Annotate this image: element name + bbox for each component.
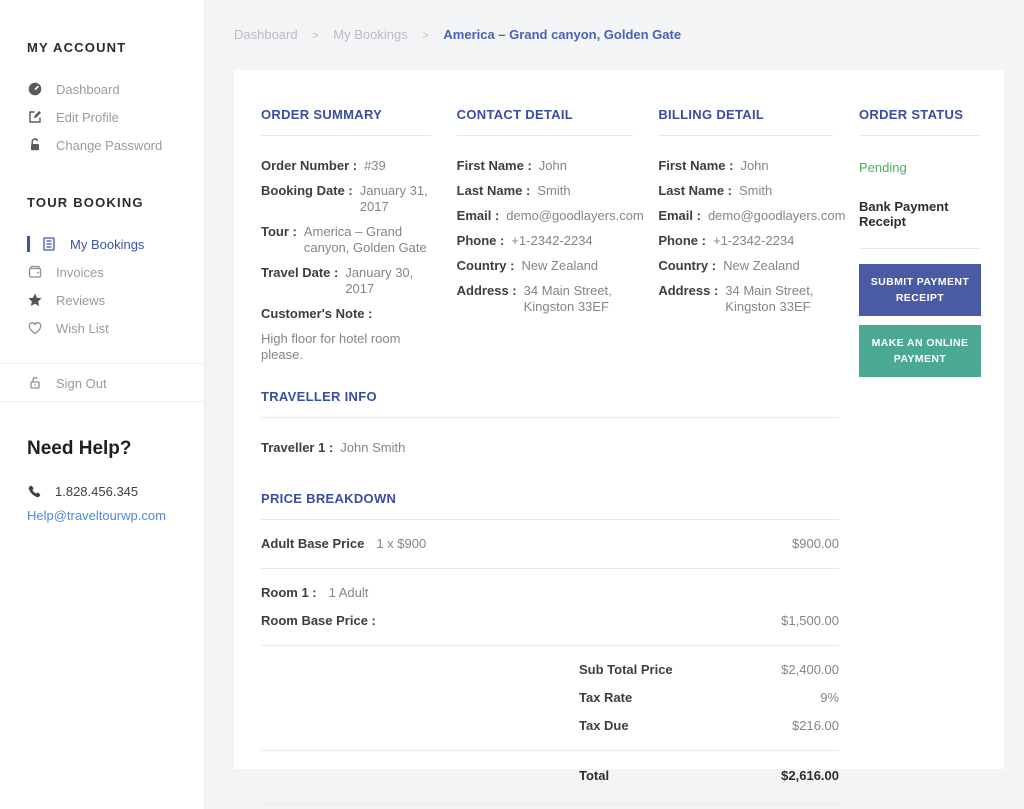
room-base-price-row: Room Base Price : $1,500.00 xyxy=(261,613,839,628)
breadcrumb-current-tour: America – Grand canyon, Golden Gate xyxy=(443,27,682,42)
billing-phone-field: Phone : +1-2342-2234 xyxy=(658,233,795,248)
billing-detail-section: BILLING DETAIL First Name : John Last Na… xyxy=(658,107,846,377)
travel-date-field: Travel Date : January 30, 2017 xyxy=(261,265,414,296)
grand-total-group: Total $2,616.00 xyxy=(261,751,839,804)
help-email-link[interactable]: Help@traveltourwp.com xyxy=(27,508,177,523)
order-status-section: ORDER STATUS Pending Bank Payment Receip… xyxy=(858,107,981,377)
sidebar-section-my-account: MY ACCOUNT xyxy=(27,40,127,55)
help-phone-row: 1.828.456.345 xyxy=(27,484,177,499)
sidebar-item-reviews[interactable]: Reviews xyxy=(0,286,204,314)
lock-icon xyxy=(27,137,43,153)
sidebar-item-label: Edit Profile xyxy=(56,109,119,125)
traveller-1-field: Traveller 1 : John Smith xyxy=(261,440,406,455)
need-help-block: Need Help? 1.828.456.345 Help@traveltour… xyxy=(0,402,204,523)
sidebar-item-edit-profile[interactable]: Edit Profile xyxy=(0,103,204,131)
billing-detail-heading: BILLING DETAIL xyxy=(658,107,834,136)
sidebar-section-tour-booking: TOUR BOOKING xyxy=(27,195,144,210)
breadcrumb-separator-icon: > xyxy=(312,30,319,42)
sidebar-item-label: Change Password xyxy=(56,137,163,153)
help-phone-number: 1.828.456.345 xyxy=(55,484,139,499)
sign-out-lock-icon xyxy=(27,375,43,391)
contact-detail-section: CONTACT DETAIL First Name : John Last Na… xyxy=(456,107,644,377)
status-badge: Pending xyxy=(858,160,907,175)
billing-last-name-field: Last Name : Smith xyxy=(658,183,773,198)
tax-due-row: Tax Due $216.00 xyxy=(579,718,839,733)
sidebar-item-label: Dashboard xyxy=(56,81,120,97)
breadcrumb: Dashboard > My Bookings > America – Gran… xyxy=(206,0,1024,42)
contact-first-name-field: First Name : John xyxy=(456,158,567,173)
total-row: Total $2,616.00 xyxy=(579,768,839,783)
contact-phone-field: Phone : +1-2342-2234 xyxy=(456,233,593,248)
billing-first-name-field: First Name : John xyxy=(658,158,769,173)
sidebar-item-sign-out[interactable]: Sign Out xyxy=(0,369,204,397)
price-breakdown-section: PRICE BREAKDOWN Adult Base Price 1 x $90… xyxy=(261,491,839,804)
tax-rate-row: Tax Rate 9% xyxy=(579,690,839,705)
contact-country-field: Country : New Zealand xyxy=(456,258,599,273)
customer-note-label: Customer's Note : xyxy=(261,306,373,321)
sidebar-item-label: My Bookings xyxy=(70,236,145,252)
heart-icon xyxy=(27,320,43,336)
adult-price-group: Adult Base Price 1 x $900 $900.00 xyxy=(261,520,839,569)
sub-total-row: Sub Total Price $2,400.00 xyxy=(579,662,839,677)
billing-country-field: Country : New Zealand xyxy=(658,258,800,273)
sidebar-item-wish-list[interactable]: Wish List xyxy=(0,314,204,342)
sidebar-item-change-password[interactable]: Change Password xyxy=(0,131,204,159)
phone-icon xyxy=(27,484,42,499)
sidebar-item-label: Reviews xyxy=(56,292,106,308)
submit-payment-receipt-button[interactable]: SUBMIT PAYMENT RECEIPT xyxy=(858,264,981,316)
sidebar-item-label: Wish List xyxy=(56,320,109,336)
booking-detail-card: ORDER SUMMARY Order Number : #39 Booking… xyxy=(234,70,1004,804)
traveller-info-heading: TRAVELLER INFO xyxy=(261,389,839,418)
sidebar-divider xyxy=(0,363,204,364)
breadcrumb-dashboard[interactable]: Dashboard xyxy=(234,27,298,42)
order-summary-heading: ORDER SUMMARY xyxy=(261,107,431,136)
adult-base-price-row: Adult Base Price 1 x $900 $900.00 xyxy=(261,536,839,551)
bookings-icon xyxy=(41,236,57,252)
booking-date-field: Booking Date : January 31, 2017 xyxy=(261,183,428,214)
sidebar: MY ACCOUNT Dashboard Edit Profile Change… xyxy=(0,0,205,809)
contact-address-field: Address : 34 Main Street, Kingston 33EF xyxy=(456,283,612,314)
sidebar-item-label: Invoices xyxy=(56,264,104,280)
price-breakdown-heading: PRICE BREAKDOWN xyxy=(261,491,839,520)
contact-detail-heading: CONTACT DETAIL xyxy=(456,107,633,136)
contact-email-field: Email : demo@goodlayers.com xyxy=(456,208,644,223)
contact-last-name-field: Last Name : Smith xyxy=(456,183,571,198)
room-price-group: Room 1 : 1 Adult Room Base Price : $1,50… xyxy=(261,569,839,646)
need-help-title: Need Help? xyxy=(27,438,132,459)
dashboard-icon xyxy=(27,81,43,97)
billing-address-field: Address : 34 Main Street, Kingston 33EF xyxy=(658,283,814,314)
edit-profile-icon xyxy=(27,109,43,125)
totals-summary-group: Sub Total Price $2,400.00 Tax Rate 9% Ta… xyxy=(261,646,839,751)
traveller-info-section: TRAVELLER INFO Traveller 1 : John Smith xyxy=(261,389,839,456)
order-number-field: Order Number : #39 xyxy=(261,158,386,173)
sidebar-item-dashboard[interactable]: Dashboard xyxy=(0,75,204,103)
make-online-payment-button[interactable]: MAKE AN ONLINE PAYMENT xyxy=(858,325,981,377)
order-status-heading: ORDER STATUS xyxy=(858,107,981,136)
active-indicator-bar xyxy=(27,236,30,252)
breadcrumb-my-bookings[interactable]: My Bookings xyxy=(333,27,407,42)
billing-email-field: Email : demo@goodlayers.com xyxy=(658,208,846,223)
breadcrumb-separator-icon: > xyxy=(422,30,429,42)
main-content: Dashboard > My Bookings > America – Gran… xyxy=(206,0,1024,804)
tour-field: Tour : America – Grand canyon, Golden Ga… xyxy=(261,224,431,256)
sidebar-item-invoices[interactable]: Invoices xyxy=(0,258,204,286)
bank-payment-receipt-label: Bank Payment Receipt xyxy=(858,199,981,249)
order-summary-section: ORDER SUMMARY Order Number : #39 Booking… xyxy=(261,107,431,377)
star-icon xyxy=(27,292,43,308)
sidebar-item-label: Sign Out xyxy=(56,375,107,391)
tour-link[interactable]: America – Grand canyon, Golden Gate xyxy=(304,224,431,256)
customer-note-text: High floor for hotel room please. xyxy=(261,331,401,362)
room-row: Room 1 : 1 Adult xyxy=(261,585,369,600)
invoices-icon xyxy=(27,264,43,280)
sidebar-item-my-bookings[interactable]: My Bookings xyxy=(0,230,204,258)
